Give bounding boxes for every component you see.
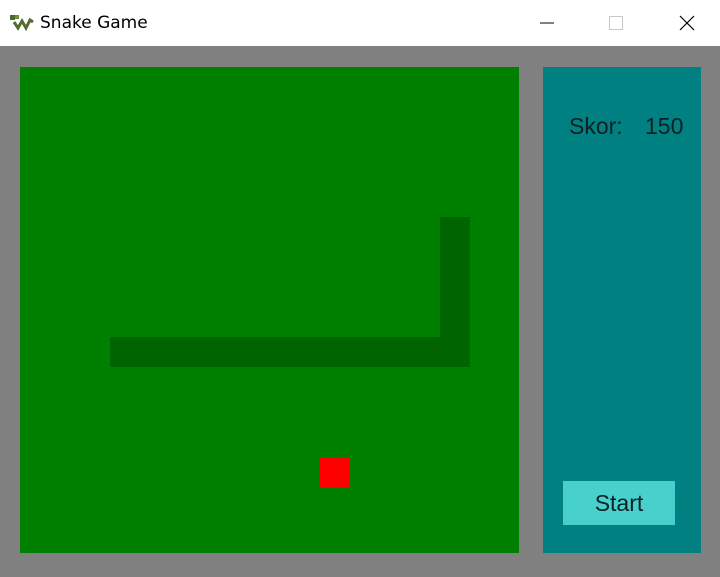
close-icon	[679, 15, 695, 31]
snake-segment	[440, 217, 470, 367]
maximize-button[interactable]	[593, 0, 639, 46]
minimize-button[interactable]	[524, 0, 570, 46]
snake-icon	[10, 15, 34, 31]
title-bar[interactable]: Snake Game	[0, 0, 720, 46]
maximize-icon	[609, 16, 623, 30]
food-item	[320, 457, 350, 487]
game-board[interactable]	[20, 67, 519, 553]
side-panel: Skor: 150 Start	[543, 67, 701, 553]
app-window: Snake Game Skor: 150 Start	[0, 0, 720, 577]
score-label: Skor:	[569, 113, 623, 139]
snake-segment	[110, 337, 470, 367]
minimize-icon	[540, 22, 554, 24]
score-value: 150	[645, 113, 684, 139]
start-button[interactable]: Start	[563, 481, 675, 525]
close-button[interactable]	[664, 0, 710, 46]
window-title: Snake Game	[40, 13, 148, 33]
